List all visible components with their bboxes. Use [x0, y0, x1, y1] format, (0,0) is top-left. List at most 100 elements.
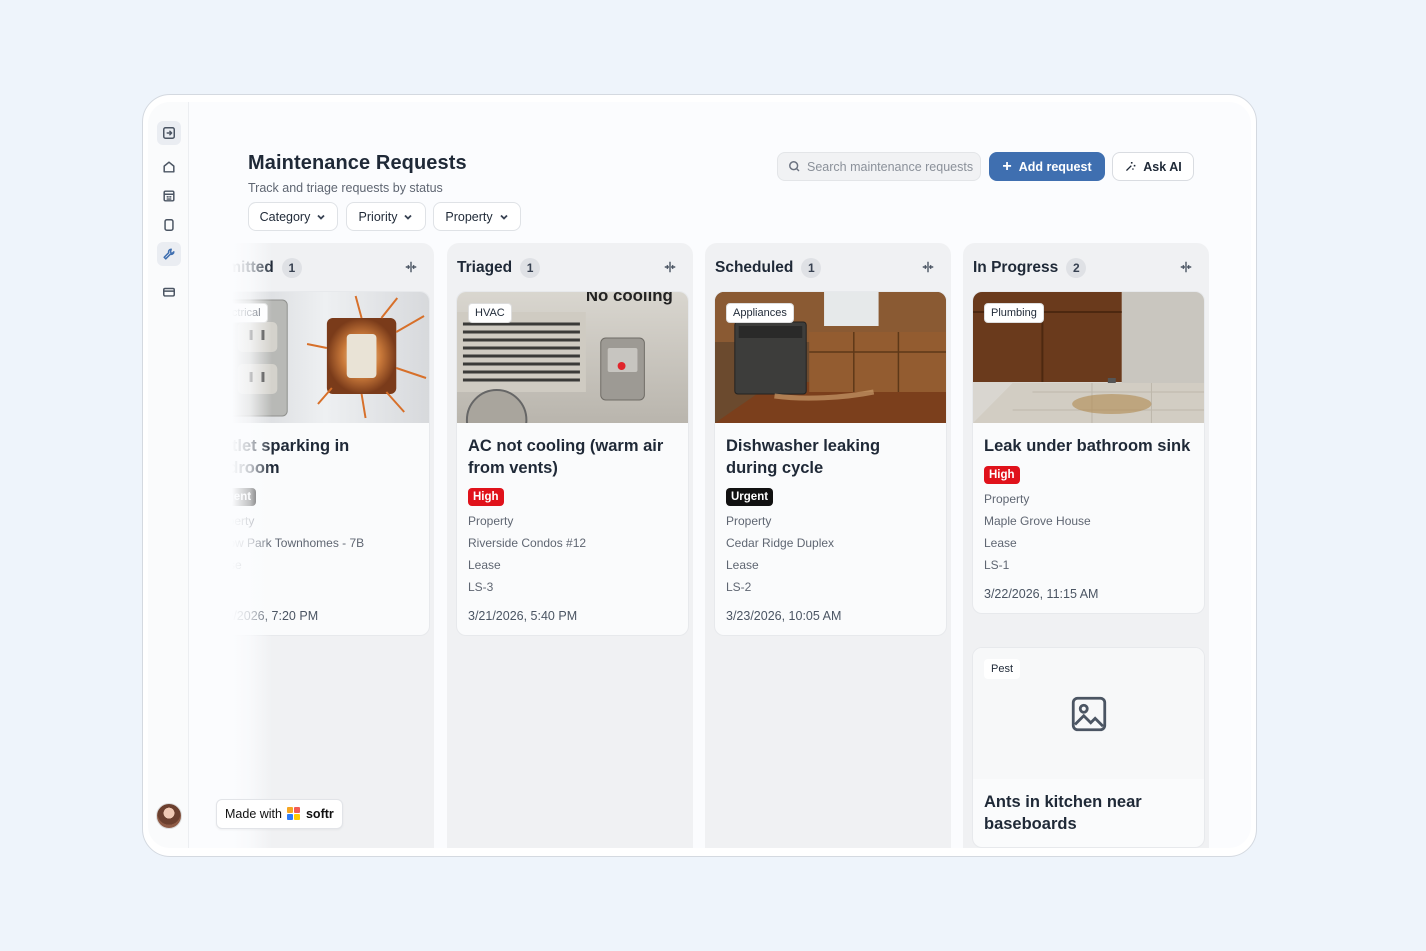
kanban-board: Submitted 1	[232, 243, 1251, 848]
category-tag: Appliances	[726, 303, 794, 323]
priority-badge: Urgent	[232, 488, 257, 506]
filter-property[interactable]: Property	[433, 202, 521, 231]
request-date: 3/22/2026, 11:15 AM	[984, 587, 1099, 601]
column-header: Triaged 1	[457, 255, 683, 281]
search-icon	[789, 161, 800, 172]
category-tag: Pest	[984, 659, 1021, 679]
request-card[interactable]: Plumbing Leak under bathroom sink High P…	[972, 291, 1205, 614]
home-icon	[163, 161, 175, 173]
lease-value: LS-2	[726, 580, 752, 594]
column-triaged: Triaged 1 No cooling HVAC AC not cooling…	[447, 243, 693, 848]
column-submitted: Submitted 1	[232, 243, 434, 848]
chevron-down-icon	[499, 214, 508, 220]
property-label: Property	[232, 514, 255, 528]
card-image: Pest	[973, 648, 1204, 779]
filter-priority[interactable]: Priority	[346, 202, 426, 231]
card-body: Leak under bathroom sink High Property M…	[973, 423, 1204, 613]
search-box[interactable]	[777, 152, 981, 181]
collapse-icon	[1180, 261, 1192, 273]
column-count: 1	[281, 258, 302, 278]
card-body: Dishwasher leaking during cycle Urgent P…	[715, 423, 946, 635]
image-icon	[1071, 696, 1106, 731]
request-date: 3/20/2026, 7:20 PM	[232, 609, 319, 623]
request-card[interactable]: Electrical Outlet sparking in bedroom Ur…	[232, 291, 430, 636]
wrench-icon	[163, 248, 175, 260]
sidebar-toggle-button[interactable]	[157, 121, 181, 145]
lease-label: Lease	[468, 558, 501, 572]
building-icon	[163, 190, 175, 202]
collapse-column-button[interactable]	[1179, 260, 1195, 276]
column-count: 1	[520, 258, 541, 278]
card-body: Outlet sparking in bedroom Urgent Proper…	[232, 423, 429, 635]
column-header: Submitted 1	[232, 255, 424, 281]
made-with-badge[interactable]: Made with softr	[216, 799, 343, 829]
tablet-icon	[164, 219, 174, 231]
priority-badge: High	[468, 488, 504, 506]
app-window: Maintenance Requests Track and triage re…	[148, 102, 1251, 848]
lease-label: Lease	[984, 536, 1017, 550]
category-tag: Electrical	[232, 303, 268, 323]
priority-badge: Urgent	[726, 488, 774, 506]
softr-brand: softr	[305, 807, 334, 821]
ask-ai-button[interactable]: Ask AI	[1112, 152, 1194, 181]
request-date: 3/21/2026, 5:40 PM	[468, 609, 578, 623]
card-image: No cooling HVAC	[457, 292, 688, 423]
filter-priority-label: Priority	[358, 209, 398, 224]
column-title: Scheduled	[715, 259, 794, 276]
search-input[interactable]	[807, 159, 977, 174]
column-title: Submitted	[232, 259, 274, 276]
lease-label: Lease	[232, 558, 242, 572]
request-card[interactable]: Appliances Dishwasher leaking during cyc…	[714, 291, 947, 636]
card-image: Plumbing	[973, 292, 1204, 423]
lease-value: LS-3	[468, 580, 494, 594]
plus-icon: +	[1002, 157, 1012, 175]
property-value: Cedar Ridge Duplex	[726, 536, 835, 550]
sidebar	[148, 102, 189, 848]
made-with-label: Made with	[225, 807, 282, 821]
card-title: Ants in kitchen near baseboards	[984, 793, 1142, 833]
sidebar-item-payments[interactable]	[157, 280, 181, 304]
card-body: Ants in kitchen near baseboards	[973, 779, 1204, 847]
sidebar-item-leases[interactable]	[157, 213, 181, 237]
chevron-down-icon	[317, 214, 325, 220]
priority-badge: High	[984, 466, 1020, 484]
card-title: Outlet sparking in bedroom	[232, 437, 350, 477]
collapse-icon	[405, 261, 417, 273]
column-title: In Progress	[973, 259, 1059, 276]
sidebar-item-home[interactable]	[157, 155, 181, 179]
avatar[interactable]	[156, 803, 182, 829]
collapse-column-button[interactable]	[663, 260, 679, 276]
property-value: Willow Park Townhomes - 7B	[232, 536, 365, 550]
add-request-label: Add request	[1018, 159, 1092, 174]
collapse-column-button[interactable]	[921, 260, 937, 276]
property-label: Property	[984, 492, 1030, 506]
filter-property-label: Property	[445, 209, 493, 224]
sidebar-item-maintenance[interactable]	[157, 242, 181, 266]
add-request-button[interactable]: + Add request	[989, 152, 1105, 181]
column-scheduled: Scheduled 1 Appliances Dishwasher leakin…	[705, 243, 951, 848]
card-icon	[163, 287, 175, 297]
collapse-icon	[664, 261, 676, 273]
category-tag: HVAC	[468, 303, 512, 323]
image-caption: No cooling	[586, 292, 673, 305]
lease-label: Lease	[726, 558, 759, 572]
card-image: Appliances	[715, 292, 946, 423]
column-title: Triaged	[457, 259, 513, 276]
request-card[interactable]: No cooling HVAC AC not cooling (warm air…	[456, 291, 689, 636]
sidebar-item-properties[interactable]	[157, 184, 181, 208]
chevron-down-icon	[404, 214, 413, 220]
page-subtitle: Track and triage requests by status	[248, 181, 443, 195]
sidebar-toggle-icon	[163, 127, 175, 139]
filter-category[interactable]: Category	[248, 202, 338, 231]
collapse-column-button[interactable]	[404, 260, 420, 276]
lease-value: LS-1	[984, 558, 1010, 572]
app-frame: Maintenance Requests Track and triage re…	[142, 94, 1257, 857]
category-tag: Plumbing	[984, 303, 1044, 323]
lease-value: —	[232, 580, 418, 594]
request-card[interactable]: Pest Ants in kitchen near baseboards	[972, 647, 1205, 848]
column-in-progress: In Progress 2 Plumbing Leak under bathro…	[963, 243, 1209, 848]
softr-logo-icon	[286, 807, 301, 821]
card-body: AC not cooling (warm air from vents) Hig…	[457, 423, 688, 635]
column-header: Scheduled 1	[715, 255, 941, 281]
request-date: 3/23/2026, 10:05 AM	[726, 609, 842, 623]
